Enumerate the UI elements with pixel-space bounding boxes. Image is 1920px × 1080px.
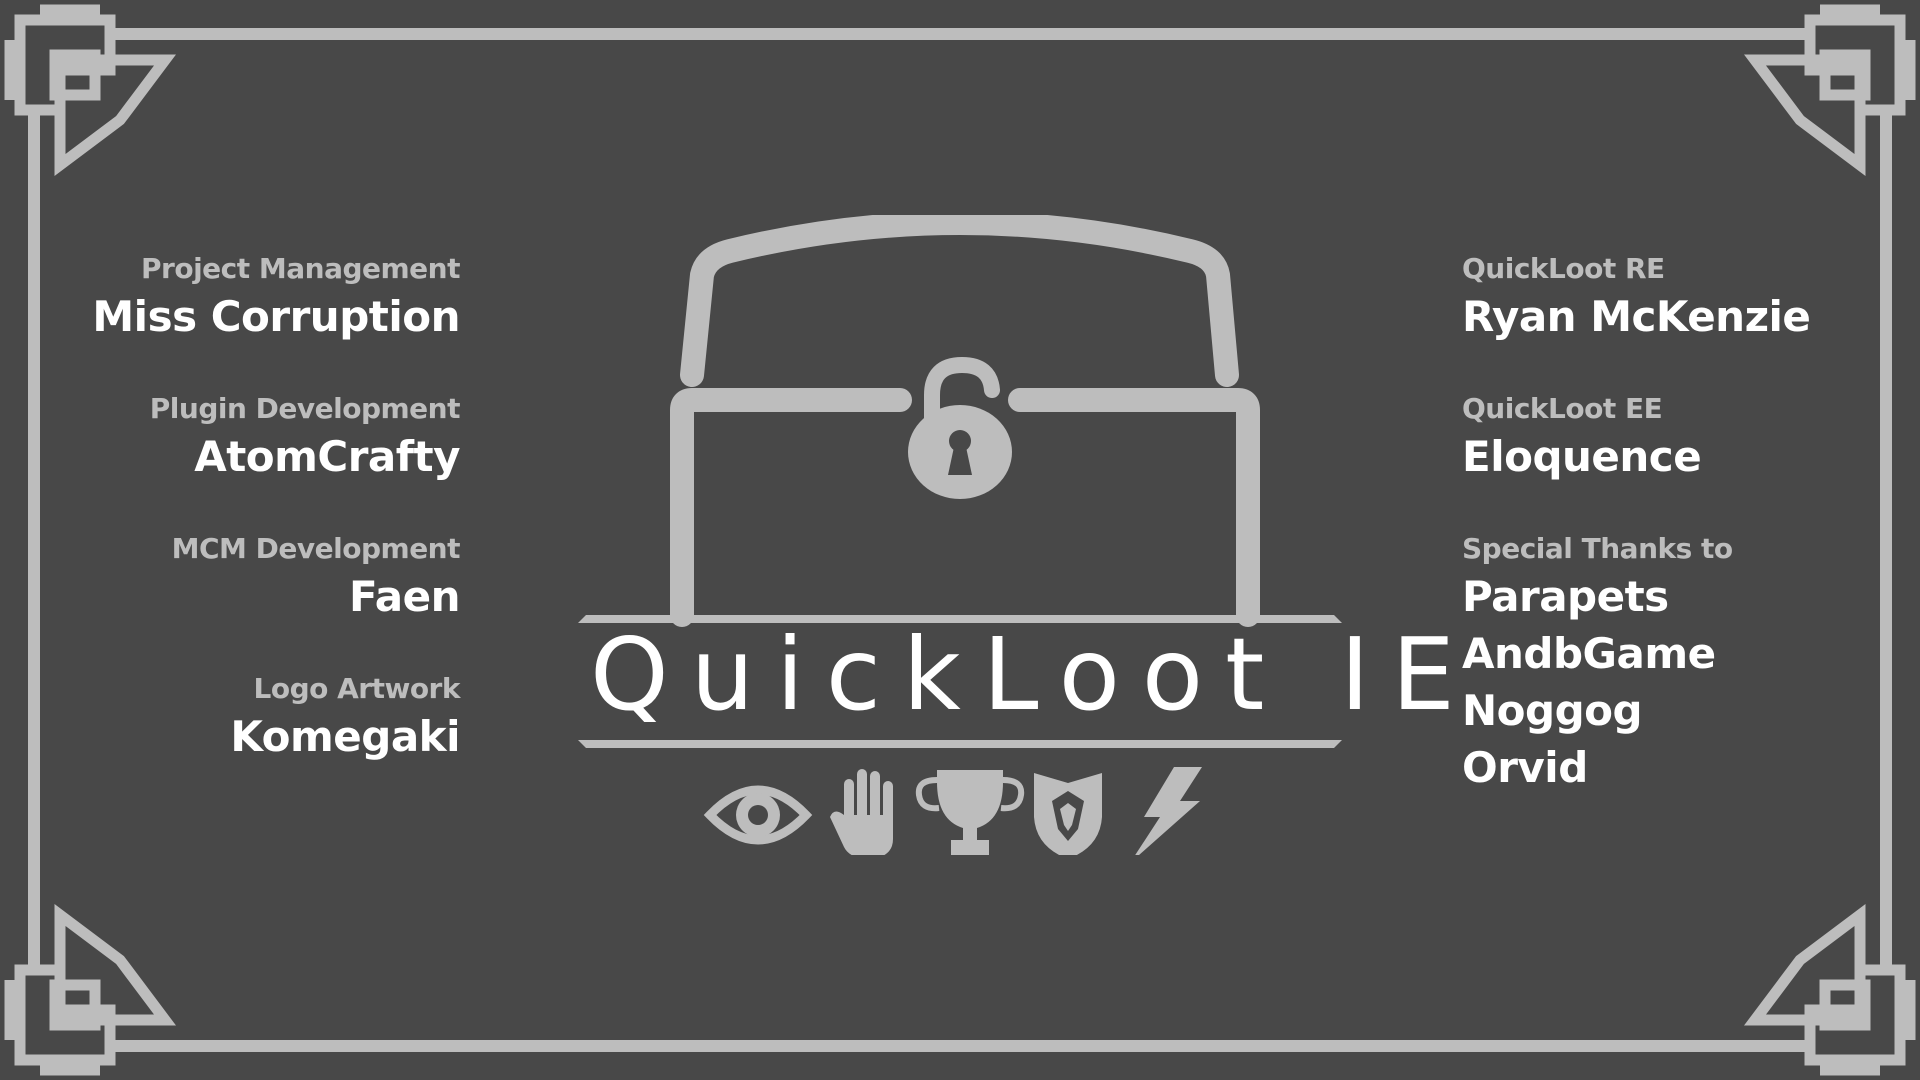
thanks-name: Noggog	[1462, 686, 1643, 735]
lightning-icon	[1135, 767, 1202, 855]
chest-logo	[578, 215, 1342, 855]
padlock-icon	[908, 356, 1012, 499]
credit-role: Logo Artwork	[253, 672, 460, 705]
credit-role: QuickLoot EE	[1462, 392, 1663, 425]
credit-quickloot-ee: QuickLoot EE Eloquence	[1462, 390, 1882, 486]
credit-role: QuickLoot RE	[1462, 252, 1665, 285]
credit-name: Faen	[349, 572, 460, 621]
credit-name: Miss Corruption	[92, 292, 460, 341]
credit-name: Ryan McKenzie	[1462, 292, 1811, 341]
credits-right: QuickLoot RE Ryan McKenzie QuickLoot EE …	[1462, 250, 1882, 840]
eye-icon	[703, 785, 813, 845]
dragon-shield-icon	[1034, 773, 1102, 855]
credit-quickloot-re: QuickLoot RE Ryan McKenzie	[1462, 250, 1882, 346]
thanks-name: Parapets	[1462, 572, 1669, 621]
credit-role: MCM Development	[171, 532, 461, 565]
credit-plugin-development: Plugin Development AtomCrafty	[40, 390, 461, 486]
credit-project-management: Project Management Miss Corruption	[40, 250, 460, 346]
logo-title: QuickLoot IE	[590, 616, 1477, 733]
credit-logo-artwork: Logo Artwork Komegaki	[40, 670, 460, 766]
special-thanks: Special Thanks to Parapets AndbGame Nogg…	[1462, 530, 1882, 796]
credit-name: Komegaki	[230, 712, 460, 761]
credit-role: Plugin Development	[149, 392, 461, 425]
chest-lid	[680, 215, 1239, 387]
thanks-name: Orvid	[1462, 743, 1588, 792]
credit-name: AtomCrafty	[194, 432, 460, 481]
credit-mcm-development: MCM Development Faen	[40, 530, 461, 626]
credit-name: Eloquence	[1462, 432, 1702, 481]
credit-role: Project Management	[141, 252, 461, 285]
trophy-icon	[915, 770, 1025, 855]
credits-left: Project Management Miss Corruption Plugi…	[40, 250, 460, 810]
special-thanks-heading: Special Thanks to	[1462, 532, 1733, 565]
hand-icon	[830, 769, 893, 855]
thanks-name: AndbGame	[1462, 629, 1716, 678]
